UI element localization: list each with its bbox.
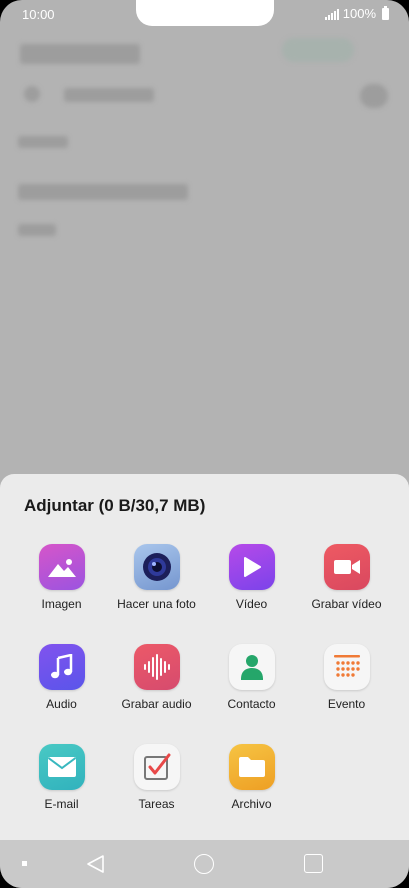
navigation-bar <box>0 840 409 888</box>
contact-icon <box>228 644 275 690</box>
attach-file-option[interactable]: Archivo <box>204 744 299 828</box>
option-label: Archivo <box>231 797 272 811</box>
folder-icon <box>228 744 275 790</box>
soundwave-icon <box>133 644 180 690</box>
attach-audio-option[interactable]: Audio <box>14 644 109 728</box>
battery-icon <box>382 5 389 20</box>
attach-image-option[interactable]: Imagen <box>14 544 109 628</box>
video-play-icon <box>228 544 275 590</box>
sheet-title: Adjuntar (0 B/30,7 MB) <box>24 496 206 515</box>
option-label: Grabar vídeo <box>311 597 382 611</box>
attach-tasks-option[interactable]: Tareas <box>109 744 204 828</box>
battery-percentage: 100% <box>342 6 376 21</box>
camera-icon <box>133 544 180 590</box>
phone-screen: 10:00 100% Adjuntar (0 B/30,7 MB) Imagen… <box>0 0 409 888</box>
attach-video-option[interactable]: Vídeo <box>204 544 299 628</box>
take-photo-option[interactable]: Hacer una foto <box>109 544 204 628</box>
mail-icon <box>38 744 85 790</box>
camera-notch <box>136 0 274 26</box>
option-label: Tareas <box>138 797 175 811</box>
attach-contact-option[interactable]: Contacto <box>204 644 299 728</box>
image-icon <box>38 544 85 590</box>
option-label: Evento <box>327 697 366 711</box>
record-audio-option[interactable]: Grabar audio <box>109 644 204 728</box>
calendar-icon <box>323 644 370 690</box>
option-label: Vídeo <box>235 597 268 611</box>
background-app-blurred <box>0 30 409 470</box>
option-label: Grabar audio <box>121 697 192 711</box>
option-label: Audio <box>46 697 77 711</box>
option-label: Contacto <box>227 697 276 711</box>
signal-icon <box>324 8 339 20</box>
option-label: Hacer una foto <box>117 597 196 611</box>
nav-menu-dot-icon[interactable] <box>22 861 27 866</box>
music-note-icon <box>38 644 85 690</box>
home-icon[interactable] <box>194 854 214 874</box>
attach-email-option[interactable]: E-mail <box>14 744 109 828</box>
record-video-option[interactable]: Grabar vídeo <box>299 544 394 628</box>
recent-apps-icon[interactable] <box>304 854 323 873</box>
status-time: 10:00 <box>22 7 55 22</box>
attachment-options-grid: Imagen Hacer una foto Vídeo Grabar vídeo <box>14 544 394 828</box>
option-label: E-mail <box>44 797 79 811</box>
status-indicators: 100% <box>324 5 389 21</box>
attach-event-option[interactable]: Evento <box>299 644 394 728</box>
back-icon[interactable] <box>86 854 106 874</box>
attach-bottom-sheet: Adjuntar (0 B/30,7 MB) Imagen Hacer una … <box>0 474 409 840</box>
tasks-icon <box>133 744 180 790</box>
option-label: Imagen <box>41 597 82 611</box>
status-bar: 10:00 100% <box>0 0 409 30</box>
video-camera-icon <box>323 544 370 590</box>
